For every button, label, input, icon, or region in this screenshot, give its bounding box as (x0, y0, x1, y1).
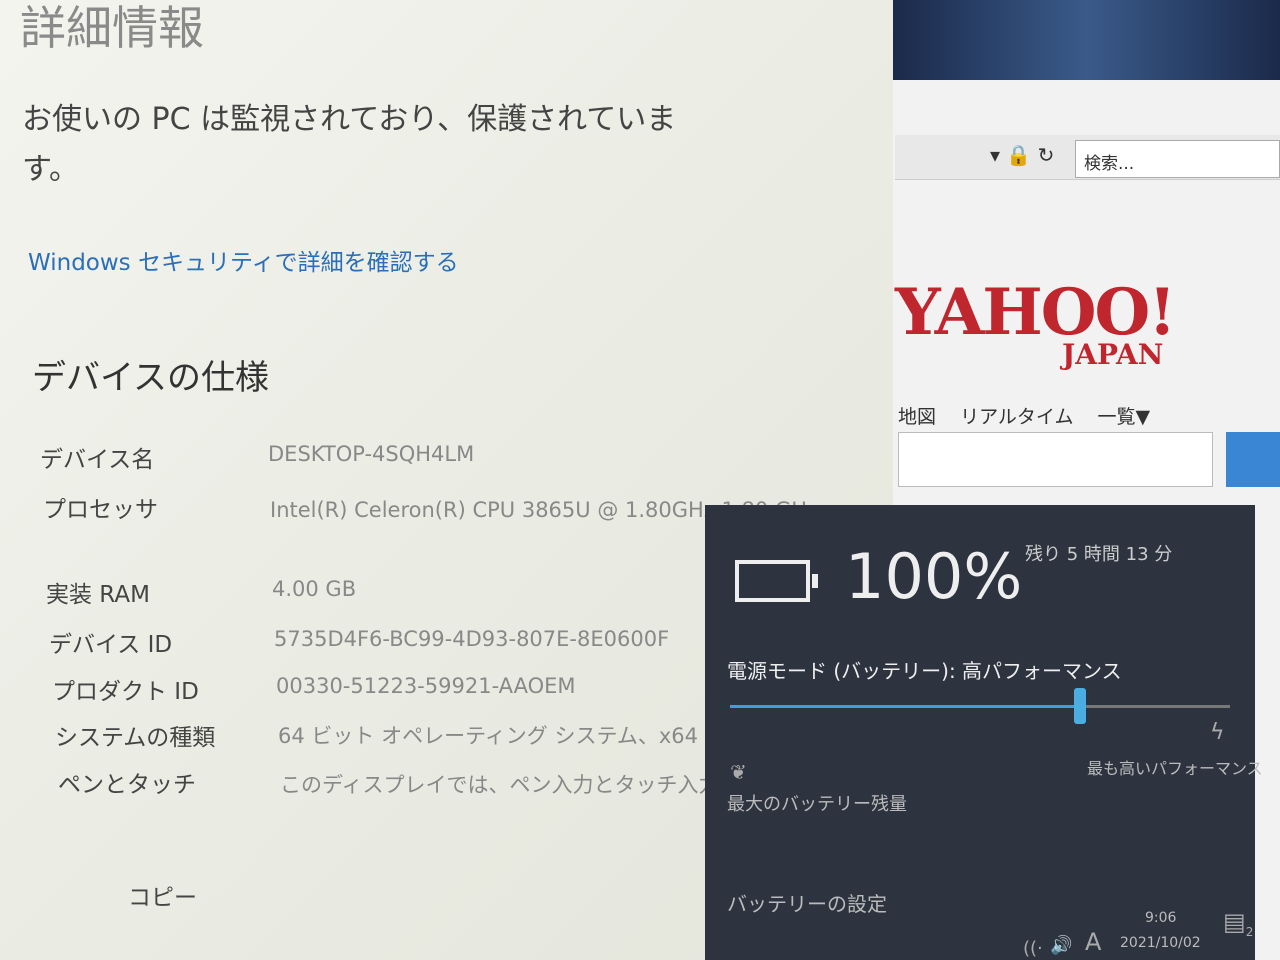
clock-date[interactable]: 2021/10/02 (1120, 935, 1201, 951)
spec-label: プロダクト ID (52, 679, 199, 705)
spec-value: 64 ビット オペレーティング システム、x64 ベ (278, 724, 726, 748)
spec-label: デバイス ID (49, 632, 173, 658)
desktop-wallpaper (893, 0, 1280, 80)
slider-fill (730, 705, 1080, 708)
power-mode-slider[interactable] (730, 688, 1230, 724)
clock-time[interactable]: 9:06 (1145, 910, 1176, 926)
spec-label: 実装 RAM (46, 582, 150, 608)
action-center-icon[interactable]: ▤2 (1223, 908, 1253, 939)
yahoo-search-input[interactable] (898, 432, 1213, 487)
protection-status: お使いの PC は監視されており、保護されています。 (22, 102, 677, 187)
yahoo-search-button[interactable] (1226, 432, 1280, 487)
spec-label: ペンとタッチ (58, 772, 196, 798)
spec-value: 4.00 GB (272, 577, 357, 601)
windows-security-link[interactable]: Windows セキュリティで詳細を確認する (28, 243, 459, 277)
search-input[interactable]: 検索... (1075, 140, 1280, 178)
page-title: 詳細情報 (20, 1, 204, 55)
device-specs-heading: デバイスの仕様 (32, 358, 269, 398)
battery-percent: 100% (845, 540, 1023, 613)
battery-icon (735, 560, 818, 602)
slider-left-label: 最大のバッテリー残量 (727, 794, 907, 815)
battery-remaining: 残り 5 時間 13 分 (1025, 544, 1173, 565)
spec-label: プロセッサ (43, 497, 158, 523)
taskbar-tray: ((· 🔊 A 9:06 2021/10/02 ▤2 (705, 900, 1280, 960)
nav-realtime[interactable]: リアルタイム (960, 406, 1073, 428)
slider-right-label: 最も高いパフォーマンス (1087, 759, 1263, 778)
slider-thumb[interactable] (1074, 688, 1086, 724)
wifi-icon[interactable]: ((· (1023, 938, 1043, 959)
lightning-icon: ϟ (1210, 720, 1225, 745)
battery-flyout: 100% 残り 5 時間 13 分 電源モード (バッテリー): 高パフォーマン… (705, 505, 1263, 960)
lock-refresh-icon[interactable]: ▾ 🔒 ↻ (990, 143, 1054, 167)
leaf-icon: ❦ (730, 760, 747, 784)
yahoo-logo-sub: JAPAN (1062, 338, 1164, 371)
power-mode-label: 電源モード (バッテリー): 高パフォーマンス (727, 659, 1122, 683)
ime-indicator[interactable]: A (1085, 928, 1101, 956)
spec-label: システムの種類 (55, 725, 216, 751)
spec-value: 00330-51223-59921-AAOEM (276, 674, 576, 698)
volume-icon[interactable]: 🔊 (1050, 935, 1072, 956)
spec-value: 5735D4F6-BC99-4D93-807E-8E0600F (274, 627, 670, 651)
spec-label: デバイス名 (40, 447, 155, 473)
spec-value: DESKTOP-4SQH4LM (268, 442, 475, 466)
browser-nav: 地図 リアルタイム 一覧▼ (898, 402, 1168, 429)
copy-button[interactable]: コピー (128, 878, 197, 912)
nav-map[interactable]: 地図 (898, 406, 936, 428)
nav-list[interactable]: 一覧▼ (1098, 406, 1151, 428)
